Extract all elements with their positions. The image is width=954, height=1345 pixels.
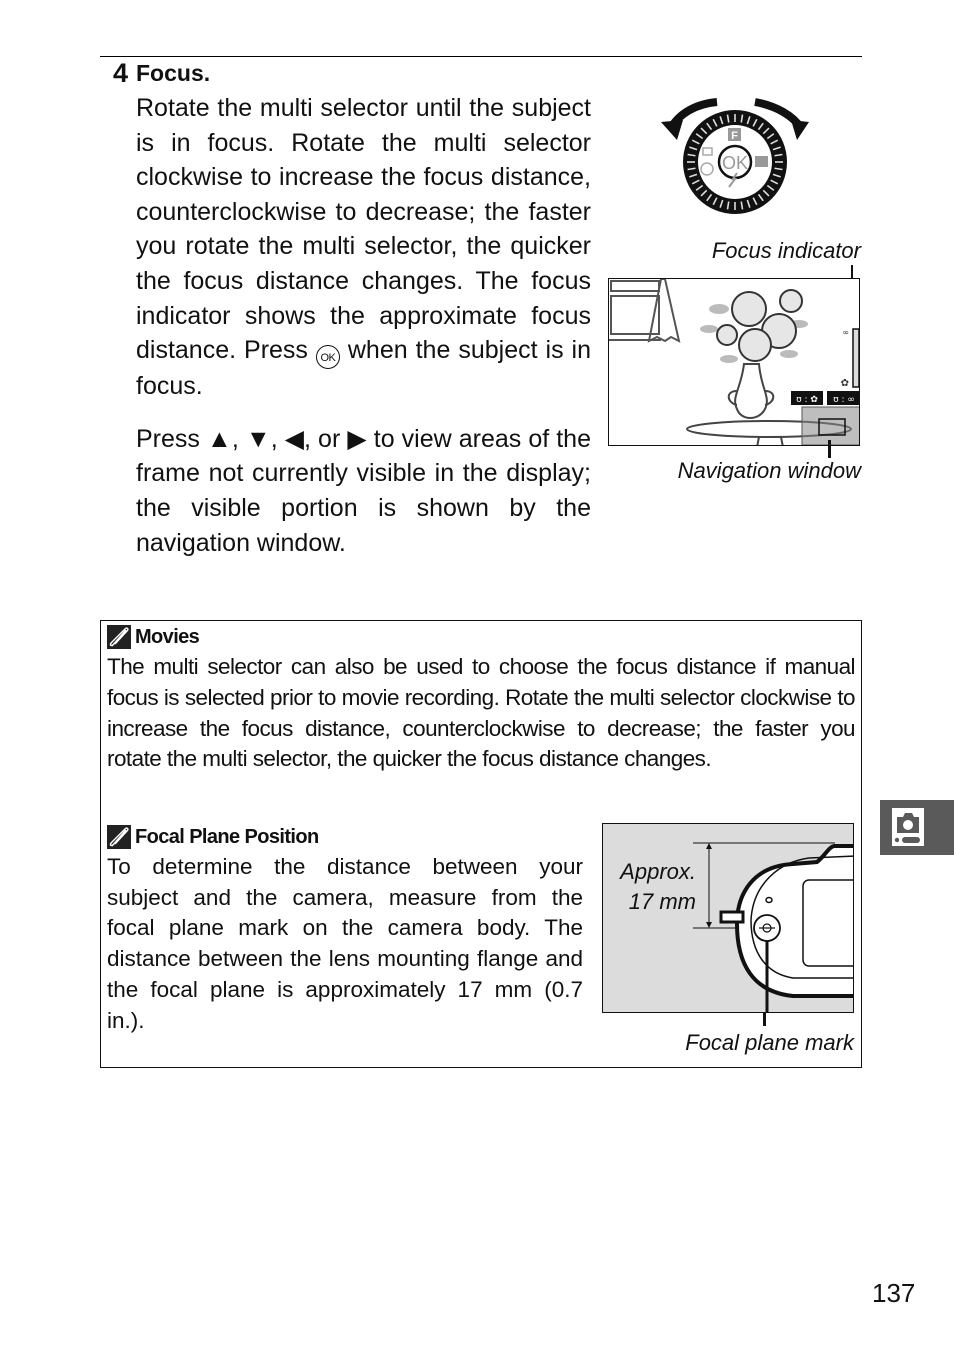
movies-note-heading: Movies xyxy=(107,625,200,649)
chapter-tab-shooting[interactable] xyxy=(880,800,954,855)
svg-text:F: F xyxy=(731,130,738,142)
step-paragraph-1: Rotate the multi selector until the subj… xyxy=(136,94,591,401)
camera-body-illustration xyxy=(693,842,853,1012)
step-title: Focus. xyxy=(136,60,211,86)
camera-shooting-icon xyxy=(892,808,924,846)
movies-note-title: Movies xyxy=(135,625,200,648)
vase-illustration xyxy=(727,363,775,419)
approx-distance-label: Approx. 17 mm xyxy=(620,859,696,914)
movies-note-body: The multi selector can also be used to c… xyxy=(107,654,856,772)
infinity-icon: ∞ xyxy=(842,328,849,337)
window-illustration xyxy=(609,279,681,343)
step-number: 4 xyxy=(113,58,128,88)
focus-indicator-callout: Focus indicator xyxy=(711,238,861,263)
focal-plane-note-heading: Focal Plane Position xyxy=(107,825,319,849)
focus-indicator-bar: ∞ ✿ xyxy=(841,328,859,389)
ok-button-icon: OK xyxy=(315,345,340,370)
camera-focal-plane-figure xyxy=(602,823,854,1013)
far-indicator: ʊ : ∞ xyxy=(833,395,855,405)
step-body: Rotate the multi selector until the subj… xyxy=(136,91,591,560)
multi-selector-dial-icon: OK F xyxy=(661,98,809,214)
step-paragraph-2: Press ▲, ▼, ◀, or ▶ to view areas of the… xyxy=(136,424,591,557)
near-indicator: ʊ : ✿ xyxy=(796,395,818,405)
focal-plane-mark-callout: Focal plane mark xyxy=(685,1030,854,1055)
macro-flower-icon: ✿ xyxy=(841,378,849,389)
navigation-window-leader-line xyxy=(828,440,831,458)
pencil-note-icon xyxy=(107,625,131,649)
navigation-window-callout: Navigation window xyxy=(677,458,861,483)
pencil-note-icon xyxy=(107,825,131,849)
page-number: 137 xyxy=(872,1278,916,1308)
svg-text:OK: OK xyxy=(722,153,748,173)
still-life-illustration: ∞ ✿ ʊ : ✿ ʊ : ∞ xyxy=(609,279,859,445)
focal-plane-mark-leader-line xyxy=(763,1012,766,1026)
navigation-window xyxy=(801,406,859,445)
focal-plane-note-body: To determine the distance between your s… xyxy=(107,854,583,1033)
focal-plane-note-title: Focal Plane Position xyxy=(135,825,319,848)
top-rule xyxy=(100,56,862,57)
monitor-preview: ∞ ✿ ʊ : ✿ ʊ : ∞ xyxy=(608,278,860,446)
